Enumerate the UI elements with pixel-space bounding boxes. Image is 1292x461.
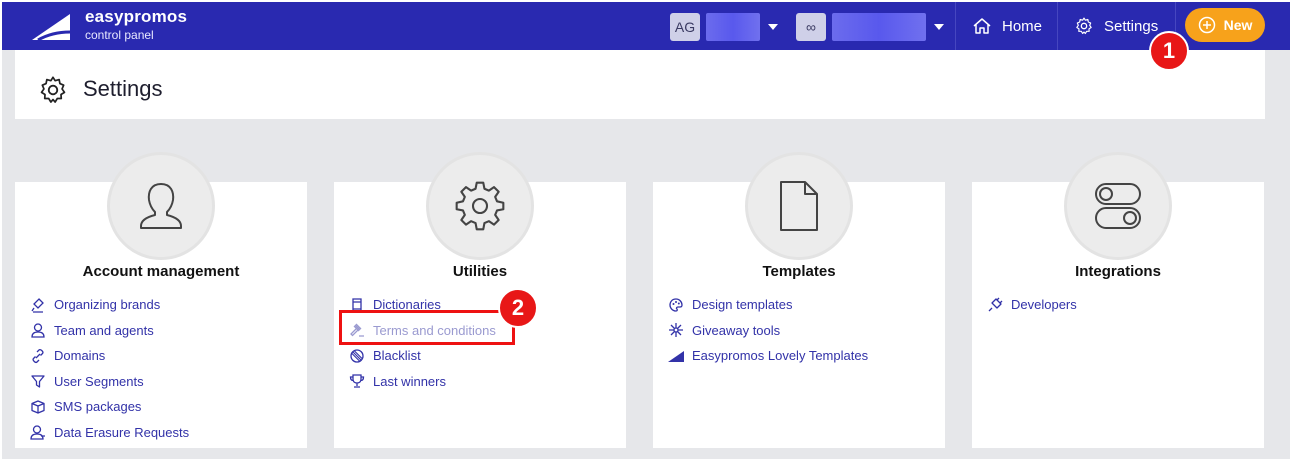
ban-icon: [348, 347, 366, 365]
link-sms-packages[interactable]: SMS packages: [29, 394, 189, 420]
highlight-terms-and-conditions: [339, 310, 515, 345]
link-label: Organizing brands: [54, 297, 161, 313]
link-icon: [29, 347, 47, 365]
link-design-templates[interactable]: Design templates: [667, 292, 868, 318]
link-label: Easypromos Lovely Templates: [692, 348, 869, 364]
settings-label: Settings: [1104, 17, 1159, 35]
card-icon-circle: [426, 152, 534, 260]
app-frame: easypromos control panel AG ∞ Home Setti…: [2, 2, 1290, 459]
link-giveaway-tools[interactable]: Giveaway tools: [667, 318, 868, 344]
easypromos-logo-icon[interactable]: [30, 10, 74, 42]
card-icon-circle: [1064, 152, 1172, 260]
callout-badge-1: 1: [1149, 31, 1189, 71]
link-label: Developers: [1011, 297, 1077, 313]
link-easypromos-lovely-templates[interactable]: Easypromos Lovely Templates: [667, 343, 868, 369]
user-erase-icon: [29, 423, 47, 441]
document-icon: [780, 181, 818, 231]
settings-link[interactable]: Settings: [1074, 2, 1158, 50]
link-label: Giveaway tools: [692, 322, 781, 338]
link-organizing-brands[interactable]: Organizing brands: [29, 292, 189, 318]
brand-subtitle: control panel: [85, 28, 154, 42]
card-title: Integrations: [1075, 263, 1161, 280]
workspace-name-redacted: [832, 12, 926, 41]
link-developers[interactable]: Developers: [986, 292, 1077, 318]
card-title: Account management: [82, 263, 240, 280]
link-label: SMS packages: [54, 399, 142, 415]
package-icon: [29, 398, 47, 416]
home-icon: [973, 18, 991, 34]
card-links: Organizing brands Team and agents Domain…: [29, 292, 189, 445]
page-title: Settings: [83, 76, 163, 101]
link-data-erasure-requests[interactable]: Data Erasure Requests: [29, 420, 189, 446]
brand-stamp-icon: [29, 296, 47, 314]
trophy-icon: [348, 372, 366, 390]
link-user-segments[interactable]: User Segments: [29, 369, 189, 395]
sparkle-icon: [667, 321, 685, 339]
link-label: Team and agents: [54, 322, 154, 338]
link-domains[interactable]: Domains: [29, 343, 189, 369]
chevron-down-icon: [934, 23, 944, 30]
top-navigation-bar: easypromos control panel AG ∞ Home Setti…: [2, 2, 1290, 50]
card-links: Design templates Giveaway tools Easyprom…: [667, 292, 868, 369]
user-selector[interactable]: AG: [670, 12, 778, 41]
user-icon: [140, 183, 182, 229]
link-last-winners[interactable]: Last winners: [348, 369, 496, 395]
link-blacklist[interactable]: Blacklist: [348, 343, 496, 369]
workspace-selector[interactable]: ∞: [796, 12, 944, 41]
palette-icon: [667, 296, 685, 314]
user-outline-icon: [29, 321, 47, 339]
plus-circle-icon: [1198, 16, 1215, 34]
link-label: Domains: [54, 348, 106, 364]
card-templates: Templates Design templates Giveaway tool…: [653, 152, 945, 448]
card-icon-circle: [107, 152, 215, 260]
card-links: Developers: [986, 292, 1077, 318]
page-header: Settings: [15, 50, 1265, 119]
link-label: Last winners: [373, 373, 446, 389]
new-button-label: New: [1223, 17, 1253, 33]
home-link[interactable]: Home: [972, 2, 1042, 50]
card-title: Utilities: [452, 263, 508, 280]
plug-icon: [986, 296, 1004, 314]
link-label: User Segments: [54, 373, 144, 389]
link-label: Data Erasure Requests: [54, 424, 190, 440]
new-button[interactable]: New: [1185, 8, 1265, 42]
filter-icon: [29, 372, 47, 390]
easypromos-logo-icon: [667, 347, 685, 365]
user-name-redacted: [706, 12, 760, 41]
gear-icon: [455, 181, 505, 231]
card-title: Templates: [762, 263, 836, 280]
home-label: Home: [1002, 17, 1043, 35]
brand-name: easypromos: [85, 7, 188, 26]
card-icon-circle: [745, 152, 853, 260]
divider: [1057, 2, 1058, 50]
card-integrations: Integrations Developers: [972, 152, 1264, 448]
card-account-management: Account management Organizing brands Tea…: [15, 152, 307, 448]
user-avatar: AG: [670, 12, 700, 41]
chevron-down-icon: [768, 23, 778, 30]
link-label: Design templates: [692, 297, 793, 313]
gear-icon: [40, 76, 66, 103]
gear-icon: [1076, 17, 1092, 35]
callout-badge-2: 2: [498, 288, 538, 328]
link-label: Blacklist: [373, 348, 421, 364]
toggle-icon: [1095, 183, 1141, 229]
workspace-avatar: ∞: [796, 12, 826, 41]
divider: [955, 2, 956, 50]
link-team-and-agents[interactable]: Team and agents: [29, 318, 189, 344]
